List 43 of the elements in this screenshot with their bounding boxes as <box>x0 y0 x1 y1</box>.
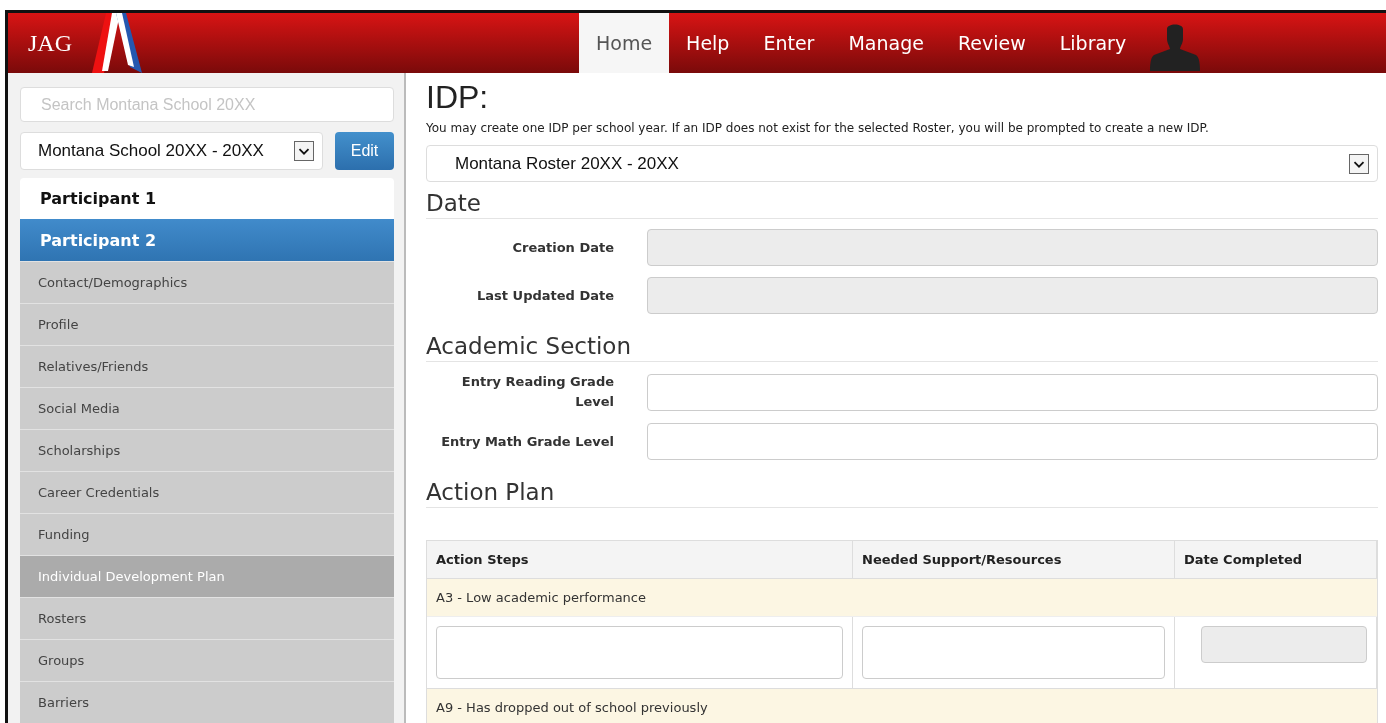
sidebar-item[interactable]: Scholarships <box>20 429 394 471</box>
page-title: IDP: <box>426 79 490 115</box>
caret-icon <box>294 141 314 162</box>
action-step-field[interactable] <box>436 626 843 679</box>
text-field[interactable] <box>647 373 1378 411</box>
column-header: Action Steps <box>427 541 853 579</box>
column-header: Date Completed <box>1175 541 1377 579</box>
field-label: Entry Reading Grade Level <box>460 373 614 411</box>
field-label: Entry Math Grade Level <box>440 432 614 451</box>
school-select[interactable]: Montana School 20XX - 20XX <box>20 132 323 171</box>
info-note: You may create one IDP per school year. If an IDP does not exist for the selected Roster, you will be prompted to create a new IDP. <box>426 121 1210 135</box>
text-field[interactable] <box>647 423 1378 460</box>
nav-tab[interactable]: Help <box>669 13 747 73</box>
section-heading: Academic Section <box>426 325 1378 362</box>
edit-button[interactable]: Edit <box>335 132 394 171</box>
barrier-row: A3 - Low academic performance <box>427 579 1377 617</box>
caret-icon <box>1349 153 1369 174</box>
section-heading: Date <box>426 182 1378 219</box>
support-field[interactable] <box>862 626 1165 679</box>
sidebar-item[interactable]: Profile <box>20 303 394 345</box>
barrier-row: A9 - Has dropped out of school previously <box>427 689 1377 723</box>
participant-item[interactable]: Participant 1 <box>20 178 394 220</box>
section-heading: Action Plan <box>426 471 1378 508</box>
field-label: Last Updated Date <box>476 286 614 305</box>
sidebar-item[interactable]: Relatives/Friends <box>20 345 394 387</box>
sidebar-item[interactable]: Rosters <box>20 597 394 639</box>
sidebar-item[interactable]: Contact/Demographics <box>20 261 394 303</box>
roster-select[interactable]: Montana Roster 20XX - 20XX <box>426 145 1378 182</box>
nav-tab[interactable]: Manage <box>831 13 941 73</box>
sidebar-item[interactable]: Career Credentials <box>20 471 394 513</box>
field-label: Creation Date <box>511 238 614 257</box>
nav-tab[interactable]: Library <box>1042 13 1144 73</box>
nav-tab[interactable]: Review <box>940 13 1043 73</box>
sidebar-item[interactable]: Funding <box>20 513 394 555</box>
nav-tab[interactable]: Enter <box>746 13 832 73</box>
sidebar-item[interactable]: Barriers <box>20 681 394 723</box>
nav-tab[interactable]: Home <box>579 13 670 73</box>
column-header: Needed Support/Resources <box>853 541 1175 579</box>
search-field[interactable]: Search Montana School 20XX <box>20 87 394 123</box>
sidebar-item[interactable]: Social Media <box>20 387 394 429</box>
participant-item[interactable]: Participant 2 <box>20 219 394 261</box>
sidebar-item[interactable]: Groups <box>20 639 394 681</box>
logo-text: JAG <box>28 29 72 57</box>
